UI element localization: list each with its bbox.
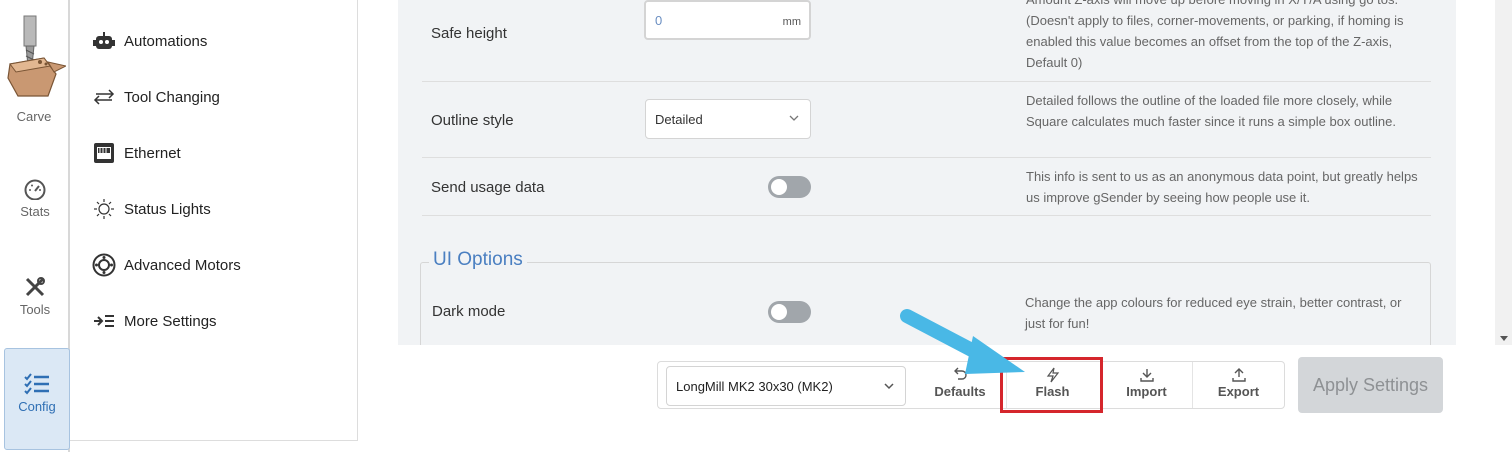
setting-row-outline-style: Outline style Detailed Detailed follows … [422, 82, 1431, 158]
upload-icon [1231, 368, 1246, 382]
category-tool-changing[interactable]: Tool Changing [92, 82, 220, 112]
safe-height-unit: mm [782, 16, 801, 28]
setting-row-safe-height: Safe height 0 mm Amount Z-axis will move… [422, 0, 1431, 82]
export-label: Export [1217, 384, 1260, 399]
dark-mode-toggle[interactable] [768, 301, 811, 323]
category-label: Ethernet [124, 144, 181, 162]
setting-description: This info is sent to us as an anonymous … [1026, 169, 1418, 205]
defaults-label: Defaults [934, 384, 986, 399]
motor-icon [92, 253, 116, 277]
export-button[interactable]: Export [1192, 362, 1284, 408]
download-icon [1139, 369, 1154, 382]
chevron-down-icon [884, 383, 894, 390]
setting-label: Outline style [431, 112, 514, 129]
cnc-carve-icon [7, 15, 66, 97]
category-label: Advanced Motors [124, 256, 241, 274]
category-label: Tool Changing [124, 88, 220, 106]
sun-icon [92, 198, 116, 220]
settings-pane: Safe height 0 mm Amount Z-axis will move… [398, 0, 1456, 345]
import-button[interactable]: Import [1100, 362, 1192, 408]
rail-label-tools: Tools [19, 302, 51, 317]
category-more-settings[interactable]: More Settings [92, 306, 217, 336]
setting-label: Send usage data [431, 179, 545, 196]
gauge-icon [24, 179, 46, 200]
rail-item-tools[interactable]: Tools [0, 276, 70, 317]
rail-label-carve: Carve [16, 109, 52, 124]
wrench-screwdriver-icon [25, 277, 45, 297]
safe-height-input[interactable]: 0 mm [644, 0, 811, 40]
setting-label: Dark mode [432, 303, 506, 320]
import-label: Import [1126, 384, 1167, 399]
rail-label-stats: Stats [20, 204, 50, 219]
setting-description: Detailed follows the outline of the load… [1026, 93, 1396, 129]
setting-description: Amount Z-axis will move up before moving… [1026, 0, 1404, 70]
apply-settings-button[interactable]: Apply Settings [1298, 357, 1443, 413]
category-label: Automations [124, 32, 208, 50]
ethernet-port-icon [92, 142, 116, 164]
more-settings-icon [92, 310, 116, 332]
toggle-knob [771, 179, 787, 195]
setting-description: Change the app colours for reduced eye s… [1025, 295, 1402, 331]
scroll-down-arrow-icon[interactable] [1500, 336, 1508, 341]
nav-rail: Carve Stats Tools Config [0, 0, 70, 452]
outline-style-value: Detailed [655, 112, 703, 127]
chevron-down-icon [789, 115, 799, 121]
category-advanced-motors[interactable]: Advanced Motors [92, 250, 241, 280]
settings-category-list: Automations Tool Changing Ethernet Statu… [70, 0, 358, 441]
ui-options-legend: UI Options [429, 249, 527, 271]
rail-label-config: Config [18, 399, 56, 414]
swap-arrows-icon [92, 86, 116, 108]
machine-profile-select[interactable]: LongMill MK2 30x30 (MK2) [666, 366, 906, 406]
category-label: More Settings [124, 312, 217, 330]
scrollbar[interactable] [1495, 0, 1512, 345]
category-label: Status Lights [124, 200, 211, 218]
toggle-knob [771, 304, 787, 320]
rail-item-carve[interactable]: Carve [0, 14, 70, 126]
rail-item-config[interactable]: Config [4, 348, 70, 450]
setting-label: Safe height [431, 25, 507, 42]
category-ethernet[interactable]: Ethernet [92, 138, 181, 168]
category-status-lights[interactable]: Status Lights [92, 194, 211, 224]
annotation-arrow-icon [900, 309, 1025, 374]
machine-profile-value: LongMill MK2 30x30 (MK2) [676, 379, 833, 394]
rail-item-stats[interactable]: Stats [0, 178, 70, 219]
robot-icon [92, 30, 116, 52]
setting-row-send-usage: Send usage data This info is sent to us … [422, 158, 1431, 216]
category-automations[interactable]: Automations [92, 26, 207, 56]
config-list-icon [24, 373, 49, 395]
safe-height-value: 0 [655, 13, 663, 28]
outline-style-select[interactable]: Detailed [645, 99, 811, 139]
apply-settings-label: Apply Settings [1312, 374, 1429, 395]
send-usage-toggle[interactable] [768, 176, 811, 198]
